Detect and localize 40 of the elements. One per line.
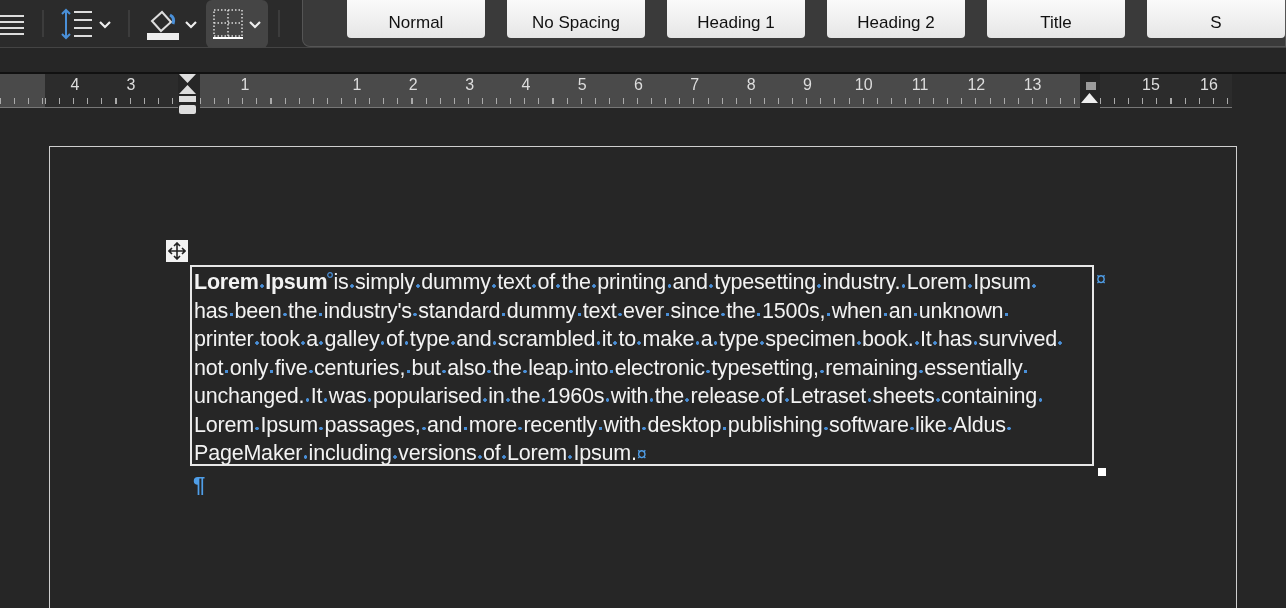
ruler-number: 15 [1142,76,1160,94]
ruler-number: 7 [690,76,700,94]
style-button[interactable]: Heading 1 [667,0,805,38]
borders-icon [212,7,244,40]
caret-icon [184,18,198,29]
indent-marker-icon[interactable] [178,74,197,115]
line-spacing-icon [60,7,94,40]
ruler-number: 13 [1023,76,1042,94]
ruler-number: 8 [746,76,756,94]
resize-handle[interactable] [1098,468,1106,476]
style-button[interactable]: Normal [347,0,485,38]
style-button[interactable]: S [1147,0,1285,38]
ruler-number: 10 [854,76,873,94]
ruler-number: 6 [634,76,643,94]
ruler-number: 1 [240,76,250,94]
ruler-number: 4 [521,76,531,94]
style-button[interactable]: Heading 2 [827,0,965,38]
ruler-number: 3 [126,76,136,94]
caret-icon [248,18,262,29]
end-of-cell-mark: ¤ [636,444,647,464]
move-icon [168,242,186,260]
style-button[interactable]: No Spacing [507,0,645,38]
ruler-number: 12 [967,76,986,94]
ruler-number: 9 [802,76,812,94]
ruler-number: 2 [408,76,418,94]
ruler-number: 16 [1200,76,1218,94]
borders-button[interactable] [206,0,268,48]
end-of-row-mark: ¤ [1096,269,1106,290]
ruler-number: 1 [352,76,362,94]
cell-text: Lorem Ipsum is simply dummy text of the printing and typesetting industry. Lorem Ipsum has been the industry's standard dummy text ever since the 1500s, when an unknown printer took a galley of type and scrambled it to make a type specimen book. It has survived not only five centuries, but also the leap into electronic typesetting, remaining essentially unchanged. It was popularised in the 1960s with the release of Letraset sheets containing Lorem Ipsum passages, and more recently with desktop publishing software like Aldus PageMaker including versions of Lorem Ipsum.¤ [194,268,1092,469]
style-button[interactable]: Title [987,0,1125,38]
move-handle[interactable] [166,240,188,262]
caret-icon [98,18,112,29]
paragraph-mark: ¶ [193,472,207,498]
ruler-number: 11 [911,76,929,94]
nonbreaking-space-icon [327,272,334,278]
ruler-number: 5 [577,76,587,94]
indent-marker-icon[interactable] [1080,82,1099,104]
ruler-number: 4 [70,76,80,94]
ruler-number: 3 [465,76,475,94]
